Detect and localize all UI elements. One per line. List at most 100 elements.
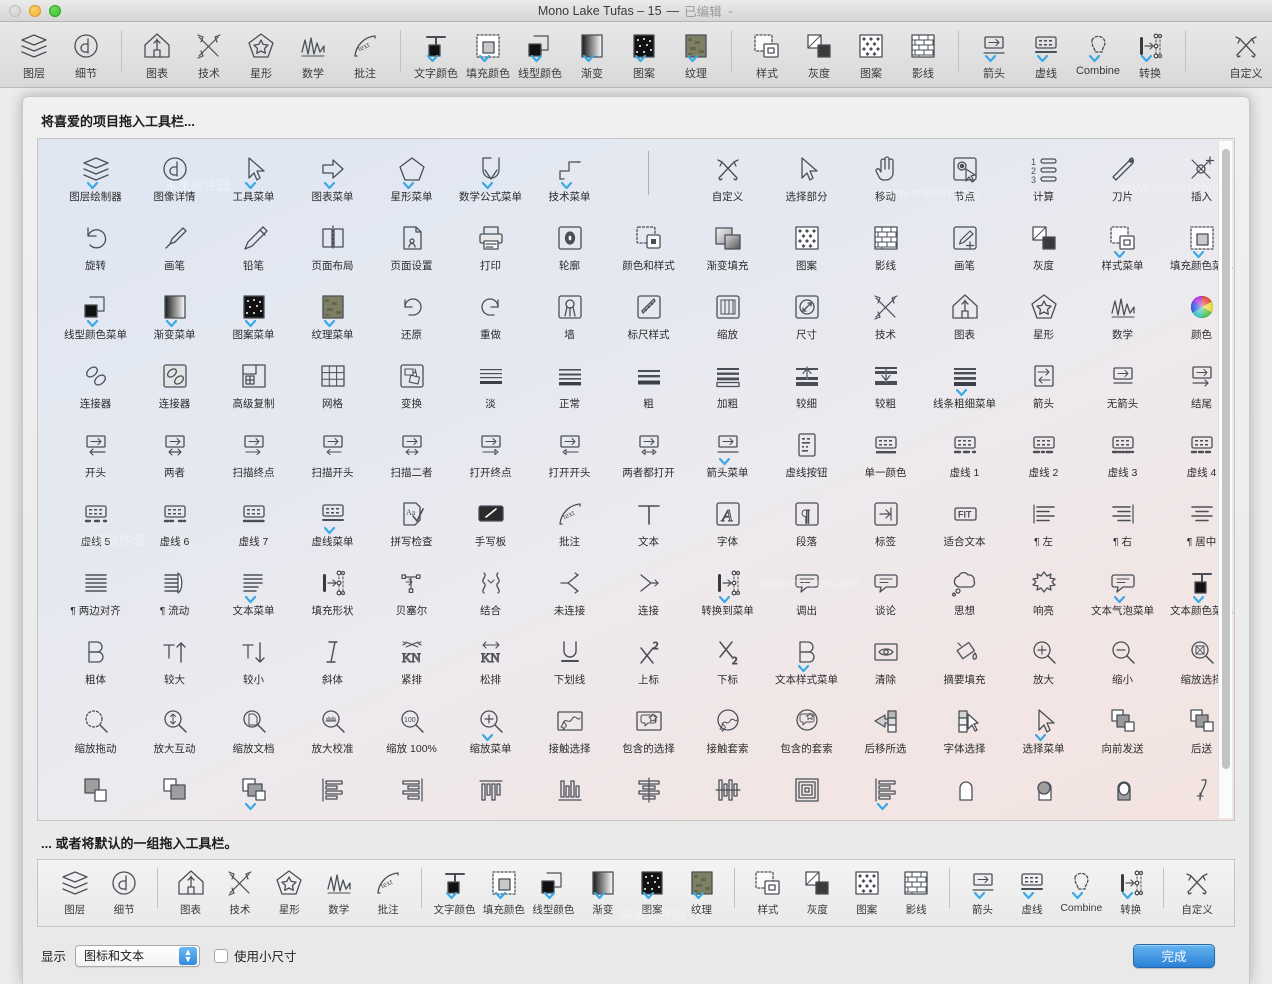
defaultset-item-convert[interactable]: 转换 bbox=[1106, 865, 1155, 917]
palette-item-dist-spread[interactable] bbox=[767, 766, 846, 821]
toolbar-item-chart-home[interactable]: 图表 bbox=[131, 26, 183, 81]
palette-item-line-color[interactable]: 线型颜色菜单 bbox=[56, 283, 135, 352]
palette-item-pattern-diamond[interactable]: 图案 bbox=[767, 214, 846, 283]
default-toolbar-set[interactable]: 图层细节图表技术星形数学text批注文字颜色填充颜色线型颜色渐变图案纹理样式灰度… bbox=[37, 859, 1235, 927]
stepper-arrows-icon[interactable]: ▲▼ bbox=[179, 947, 197, 965]
palette-item-chart-home[interactable]: 图表 bbox=[925, 283, 1004, 352]
toolbar-item-customize[interactable]: 自定义 bbox=[1220, 26, 1272, 81]
toolbar-item-grayscale[interactable]: 灰度 bbox=[793, 26, 845, 81]
palette-item-pencil[interactable]: 铅笔 bbox=[214, 214, 293, 283]
palette-item-contained-lasso[interactable]: 包含的套索 bbox=[767, 697, 846, 766]
toolbar-item-star[interactable]: 星形 bbox=[235, 26, 287, 81]
toolbar-item-pattern-diamond[interactable]: 图案 bbox=[845, 26, 897, 81]
palette-item-fit-text[interactable]: FIT适合文本 bbox=[925, 490, 1004, 559]
display-mode-select[interactable]: 图标和文本 ▲▼ bbox=[75, 945, 200, 967]
defaultset-item-text-color[interactable]: 文字颜色 bbox=[430, 865, 479, 917]
palette-item-talk[interactable]: 谈论 bbox=[846, 559, 925, 628]
toolbar-item-annotate-text[interactable]: text批注 bbox=[339, 26, 391, 81]
use-small-size-checkbox[interactable]: 使用小尺寸 bbox=[214, 946, 297, 965]
palette-grid[interactable]: 图层绘制器图像详情工具菜单图表菜单星形菜单数学公式菜单技术菜单自定义选择部分移动… bbox=[38, 139, 1234, 821]
palette-item-kern-tight[interactable]: KN紧排 bbox=[372, 628, 451, 697]
defaultset-item-arrow-menu[interactable]: 箭头 bbox=[958, 865, 1007, 917]
defaultset-item-texture[interactable]: 纹理 bbox=[677, 865, 726, 917]
toolbar-item-math[interactable]: 数学 bbox=[287, 26, 339, 81]
palette-item-transform[interactable]: 变换 bbox=[372, 352, 451, 421]
palette-item-gradient-fill[interactable]: 渐变填充 bbox=[688, 214, 767, 283]
palette-separator[interactable] bbox=[609, 145, 688, 214]
palette-item-brush-plus[interactable]: 画笔 bbox=[925, 214, 1004, 283]
palette-item-stack-b[interactable] bbox=[135, 766, 214, 821]
palette-item-brush[interactable]: 画笔 bbox=[135, 214, 214, 283]
palette-item-open-start[interactable]: 打开开头 bbox=[530, 421, 609, 490]
palette-item-send-backward[interactable]: 后移所选 bbox=[846, 697, 925, 766]
palette-item-underline[interactable]: 下划线 bbox=[530, 628, 609, 697]
defaultset-item-layers[interactable]: 图层 bbox=[50, 865, 99, 917]
defaultset-item-gradient[interactable]: 渐变 bbox=[578, 865, 627, 917]
palette-item-bold-b[interactable]: 文本样式菜单 bbox=[767, 628, 846, 697]
palette-item-tablet[interactable]: 手写板 bbox=[451, 490, 530, 559]
palette-item-hatch-brick[interactable]: 影线 bbox=[846, 214, 925, 283]
palette-item-connector[interactable]: 连接器 bbox=[56, 352, 135, 421]
defaultset-item-pattern-diamond[interactable]: 图案 bbox=[842, 865, 891, 917]
toolbar-item-convert[interactable]: 转换 bbox=[1124, 26, 1176, 81]
defaultset-item-line-color[interactable]: 线型颜色 bbox=[529, 865, 578, 917]
palette-item-dist-bottom[interactable] bbox=[530, 766, 609, 821]
palette-item-bring-forward[interactable]: 向前发送 bbox=[1083, 697, 1162, 766]
palette-item-shape-blob2[interactable] bbox=[1004, 766, 1083, 821]
palette-item-kern-loose[interactable]: KN松排 bbox=[451, 628, 530, 697]
defaultset-item-pattern[interactable]: 图案 bbox=[627, 865, 676, 917]
palette-item-zoom-document[interactable]: 缩放文档 bbox=[214, 697, 293, 766]
defaultset-item-star[interactable]: 星形 bbox=[265, 865, 314, 917]
toolbar-item-line-color[interactable]: 线型颜色 bbox=[514, 26, 566, 81]
palette-item-solid-line[interactable]: 单一颜色 bbox=[846, 421, 925, 490]
palette-item-smaller[interactable]: 较小 bbox=[214, 628, 293, 697]
toolbar-item-texture[interactable]: 纹理 bbox=[670, 26, 722, 81]
palette-item-shape-blob3[interactable] bbox=[1083, 766, 1162, 821]
toolbar-item-fill-color[interactable]: 填充颜色 bbox=[462, 26, 514, 81]
palette-item-ruler-style[interactable]: 标尺样式 bbox=[609, 283, 688, 352]
palette-item-math-v[interactable]: 数学公式菜单 bbox=[451, 145, 530, 214]
palette-item-dist-hcenter[interactable] bbox=[688, 766, 767, 821]
defaultset-item-chart-home[interactable]: 图表 bbox=[166, 865, 215, 917]
palette-item-align-left[interactable]: ¶ 左 bbox=[1004, 490, 1083, 559]
palette-item-arrow-bothdir[interactable]: 两者 bbox=[135, 421, 214, 490]
palette-item-zoom-drag[interactable]: 缩放拖动 bbox=[56, 697, 135, 766]
palette-item-star[interactable]: 星形 bbox=[1004, 283, 1083, 352]
palette-item-dist-stack[interactable] bbox=[846, 766, 925, 821]
palette-item-printer[interactable]: 打印 bbox=[451, 214, 530, 283]
defaultset-item-math[interactable]: 数学 bbox=[314, 865, 363, 917]
palette-item-undo[interactable]: 还原 bbox=[372, 283, 451, 352]
palette-item-disconnect[interactable]: 未连接 bbox=[530, 559, 609, 628]
palette-item-arrow-menu[interactable]: 箭头菜单 bbox=[688, 421, 767, 490]
palette-item-technical[interactable]: 技术 bbox=[846, 283, 925, 352]
toolbar-item-style[interactable]: 样式 bbox=[741, 26, 793, 81]
palette-item-grid[interactable]: 网格 bbox=[293, 352, 372, 421]
palette-item-bezier[interactable]: 贝塞尔 bbox=[372, 559, 451, 628]
checkbox-box[interactable] bbox=[214, 949, 228, 963]
toolbar-item-text-color[interactable]: 文字颜色 bbox=[410, 26, 462, 81]
palette-item-dash-button[interactable]: 虚线按钮 bbox=[767, 421, 846, 490]
palette-grid-panel[interactable]: 图层绘制器图像详情工具菜单图表菜单星形菜单数学公式菜单技术菜单自定义选择部分移动… bbox=[37, 138, 1235, 821]
palette-item-weight-normal[interactable]: 正常 bbox=[530, 352, 609, 421]
palette-item-pattern[interactable]: 图案菜单 bbox=[214, 283, 293, 352]
palette-item-math[interactable]: 数学 bbox=[1083, 283, 1162, 352]
palette-item-font-select[interactable]: 字体选择 bbox=[925, 697, 1004, 766]
palette-item-larger[interactable]: 较大 bbox=[135, 628, 214, 697]
palette-item-annotate-text[interactable]: text批注 bbox=[530, 490, 609, 559]
palette-item-color-style[interactable]: 颜色和样式 bbox=[609, 214, 688, 283]
palette-item-rotate[interactable]: 旋转 bbox=[56, 214, 135, 283]
chevron-down-icon[interactable]: ⌄ bbox=[727, 5, 735, 16]
palette-item-callout[interactable]: 调出 bbox=[767, 559, 846, 628]
palette-item-weight-menu[interactable]: 线条粗细菜单 bbox=[925, 352, 1004, 421]
palette-item-dimension[interactable]: 尺寸 bbox=[767, 283, 846, 352]
palette-item-eye[interactable]: 清除 bbox=[846, 628, 925, 697]
palette-item-dash3[interactable]: 虚线 3 bbox=[1083, 421, 1162, 490]
palette-item-redo[interactable]: 重做 bbox=[451, 283, 530, 352]
palette-item-bold-b[interactable]: 粗体 bbox=[56, 628, 135, 697]
palette-item-arrow-none[interactable]: 无箭头 bbox=[1083, 352, 1162, 421]
toolbar-item-detail-d[interactable]: 细节 bbox=[60, 26, 112, 81]
palette-item-bucket-fill[interactable]: 摘要填充 bbox=[925, 628, 1004, 697]
palette-item-dist-vcenter[interactable] bbox=[609, 766, 688, 821]
main-toolbar[interactable]: 图层细节图表技术星形数学text批注文字颜色填充颜色线型颜色渐变图案纹理样式灰度… bbox=[0, 22, 1272, 88]
palette-item-join[interactable]: 结合 bbox=[451, 559, 530, 628]
